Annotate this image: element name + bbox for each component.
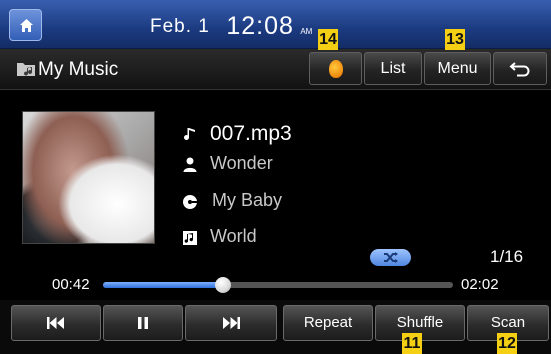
shuffle-indicator bbox=[370, 249, 411, 266]
genre-icon bbox=[183, 231, 197, 245]
music-folder-icon bbox=[17, 63, 35, 76]
list-button[interactable]: List bbox=[364, 52, 422, 85]
artist-name: Wonder bbox=[210, 153, 273, 173]
status-bar: Feb. 1 12:08 AM bbox=[0, 0, 551, 49]
person-icon bbox=[183, 157, 197, 172]
callout-badge-connection: 14 bbox=[318, 29, 338, 50]
album-disc-icon bbox=[183, 195, 198, 209]
progress-handle[interactable] bbox=[215, 277, 232, 293]
connection-icon bbox=[328, 60, 343, 78]
playback-controls: Repeat Shuffle Scan bbox=[0, 300, 551, 354]
next-track-icon bbox=[223, 317, 240, 329]
previous-track-icon bbox=[47, 317, 64, 329]
music-note-icon bbox=[184, 128, 195, 140]
track-count: 1/16 bbox=[490, 247, 524, 266]
back-button[interactable] bbox=[493, 52, 547, 85]
callout-badge-shuffle: 11 bbox=[402, 333, 422, 354]
time-text: 12:08 bbox=[226, 12, 294, 40]
connection-button[interactable] bbox=[309, 52, 362, 85]
album-name: My Baby bbox=[212, 190, 283, 210]
page-title: My Music bbox=[38, 59, 119, 80]
progress-bar[interactable] bbox=[103, 277, 453, 293]
progress-fill bbox=[103, 282, 224, 288]
music-player-screen: Feb. 1 12:08 AM My Music List Menu 14 13 bbox=[0, 0, 551, 354]
home-button[interactable] bbox=[9, 9, 42, 41]
pause-button[interactable] bbox=[103, 305, 183, 341]
total-time: 02:02 bbox=[461, 276, 499, 293]
menu-button[interactable]: Menu bbox=[424, 52, 491, 85]
shuffle-icon bbox=[384, 252, 398, 263]
file-name: 007.mp3 bbox=[210, 122, 292, 145]
clock: Feb. 1 12:08 AM bbox=[150, 12, 312, 41]
next-track-button[interactable] bbox=[185, 305, 277, 341]
album-art bbox=[22, 111, 155, 244]
title-bar: My Music List Menu bbox=[0, 49, 551, 90]
callout-badge-menu: 13 bbox=[445, 29, 465, 50]
pause-icon bbox=[138, 317, 148, 329]
ampm-text: AM bbox=[300, 27, 313, 36]
repeat-button[interactable]: Repeat bbox=[283, 305, 373, 341]
home-icon bbox=[20, 19, 33, 32]
previous-track-button[interactable] bbox=[11, 305, 101, 341]
back-arrow-icon bbox=[509, 62, 530, 77]
callout-badge-scan: 12 bbox=[497, 333, 517, 354]
elapsed-time: 00:42 bbox=[52, 276, 90, 293]
date-text: Feb. 1 bbox=[150, 16, 210, 37]
genre-name: World bbox=[210, 226, 257, 246]
